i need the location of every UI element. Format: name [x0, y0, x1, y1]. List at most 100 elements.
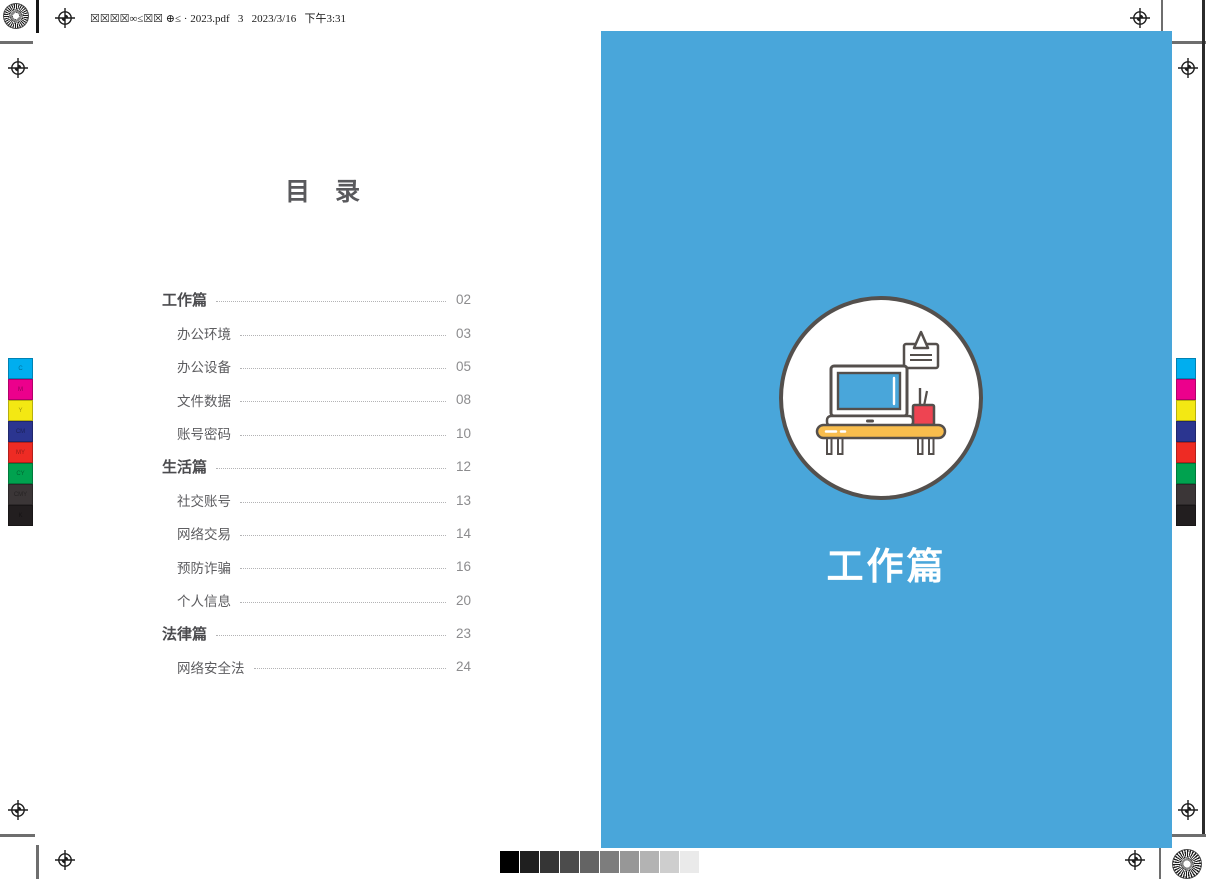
color-patch: CY	[8, 463, 33, 484]
toc-entry: 法律篇 23	[162, 617, 482, 650]
color-patch	[1176, 358, 1196, 379]
star-target-icon	[3, 3, 29, 29]
toc-entry-page-number: 03	[456, 326, 482, 341]
toc-entry-page-number: 08	[456, 392, 482, 407]
toc-list: 工作篇 02 办公环境 03 办公设备 05 文件数据 08	[162, 283, 482, 684]
gray-patch	[600, 851, 619, 873]
crop-mark-line	[0, 41, 33, 44]
toc-entry-label: 生活篇	[162, 456, 207, 477]
crop-mark-line	[0, 834, 35, 837]
chapter-title: 工作篇	[601, 536, 1172, 590]
gray-patch	[620, 851, 639, 873]
registration-mark-icon	[8, 800, 28, 820]
toc-entry: 网络安全法 24	[162, 650, 482, 683]
toc-entry: 办公环境 03	[162, 316, 482, 349]
toc-title: 目 录	[285, 172, 369, 208]
toc-entry-page-number: 13	[456, 493, 482, 508]
toc-entry-page-number: 10	[456, 426, 482, 441]
color-patch	[1176, 400, 1196, 421]
crop-mark-line	[1161, 0, 1163, 33]
color-patch	[1176, 463, 1196, 484]
gray-patch	[580, 851, 599, 873]
crop-mark-line	[36, 845, 39, 879]
desk-computer-illustration-icon	[783, 300, 979, 496]
cmyk-color-bar: C M Y CM MY CY CMY K	[8, 358, 33, 526]
color-patch: CM	[8, 421, 33, 442]
registration-mark-icon	[1178, 58, 1198, 78]
toc-entry-label: 个人信息	[162, 590, 231, 610]
toc-entry-label: 账号密码	[162, 423, 231, 443]
toc-entry: 工作篇 02	[162, 283, 482, 316]
gray-patch	[520, 851, 539, 873]
gray-patch	[660, 851, 679, 873]
toc-entry-page-number: 16	[456, 559, 482, 574]
toc-entry-label: 工作篇	[162, 289, 207, 310]
dotted-leader	[240, 602, 446, 603]
gray-patch	[680, 851, 699, 873]
registration-mark-icon	[1178, 800, 1198, 820]
toc-entry: 网络交易 14	[162, 517, 482, 550]
cover-illustration-circle	[779, 296, 983, 500]
color-patch: K	[8, 505, 33, 526]
chapter-cover-page: 工作篇	[601, 31, 1172, 848]
color-patch	[1176, 379, 1196, 400]
color-patch	[1176, 421, 1196, 442]
dotted-leader	[216, 635, 446, 636]
toc-entry-label: 文件数据	[162, 390, 231, 410]
color-patch	[1176, 484, 1196, 505]
crop-mark-line	[1159, 845, 1161, 879]
toc-entry-page-number: 05	[456, 359, 482, 374]
gray-patch	[560, 851, 579, 873]
color-patch: MY	[8, 442, 33, 463]
toc-entry-page-number: 14	[456, 526, 482, 541]
dotted-leader	[240, 502, 446, 503]
gray-patch	[540, 851, 559, 873]
file-info-text: ☒☒☒☒∞≤☒☒ ⊕≤ · 2023.pdf 3 2023/3/16 下午3:3…	[90, 10, 346, 26]
registration-mark-icon	[1130, 8, 1150, 28]
toc-entry-label: 办公环境	[162, 323, 231, 343]
dotted-leader	[240, 568, 446, 569]
registration-mark-icon	[1125, 850, 1145, 870]
grayscale-step-bar	[500, 851, 699, 873]
toc-entry: 账号密码 10	[162, 417, 482, 450]
dotted-leader	[240, 535, 446, 536]
color-patch: CMY	[8, 484, 33, 505]
color-patch: M	[8, 379, 33, 400]
toc-entry: 社交账号 13	[162, 483, 482, 516]
toc-entry: 办公设备 05	[162, 350, 482, 383]
registration-mark-icon	[55, 850, 75, 870]
crop-mark-line	[1168, 41, 1206, 44]
color-patch: C	[8, 358, 33, 379]
toc-entry: 个人信息 20	[162, 584, 482, 617]
toc-entry: 文件数据 08	[162, 383, 482, 416]
registration-mark-icon	[8, 58, 28, 78]
crop-mark-line	[1168, 834, 1206, 837]
color-patch: Y	[8, 400, 33, 421]
toc-entry-label: 预防诈骗	[162, 557, 231, 577]
toc-entry-page-number: 20	[456, 593, 482, 608]
dotted-leader	[216, 468, 446, 469]
dotted-leader	[240, 401, 446, 402]
dotted-leader	[216, 301, 446, 302]
toc-entry-label: 网络安全法	[162, 657, 245, 677]
dotted-leader	[240, 435, 446, 436]
toc-entry-page-number: 02	[456, 292, 482, 307]
scanned-print-proof-page: ☒☒☒☒∞≤☒☒ ⊕≤ · 2023.pdf 3 2023/3/16 下午3:3…	[0, 0, 1206, 879]
dotted-leader	[254, 668, 447, 669]
toc-entry-page-number: 12	[456, 459, 482, 474]
star-target-icon	[1172, 849, 1202, 879]
page-edge-line	[1202, 0, 1205, 835]
toc-entry-label: 法律篇	[162, 623, 207, 644]
toc-entry: 预防诈骗 16	[162, 550, 482, 583]
toc-entry-label: 办公设备	[162, 356, 231, 376]
toc-entry-page-number: 23	[456, 626, 482, 641]
dotted-leader	[240, 368, 446, 369]
toc-entry-label: 网络交易	[162, 523, 231, 543]
toc-entry: 生活篇 12	[162, 450, 482, 483]
registration-mark-icon	[55, 8, 75, 28]
crop-mark-line	[36, 0, 39, 33]
cmyk-color-bar	[1176, 358, 1196, 526]
toc-entry-label: 社交账号	[162, 490, 231, 510]
color-patch	[1176, 505, 1196, 526]
dotted-leader	[240, 335, 446, 336]
